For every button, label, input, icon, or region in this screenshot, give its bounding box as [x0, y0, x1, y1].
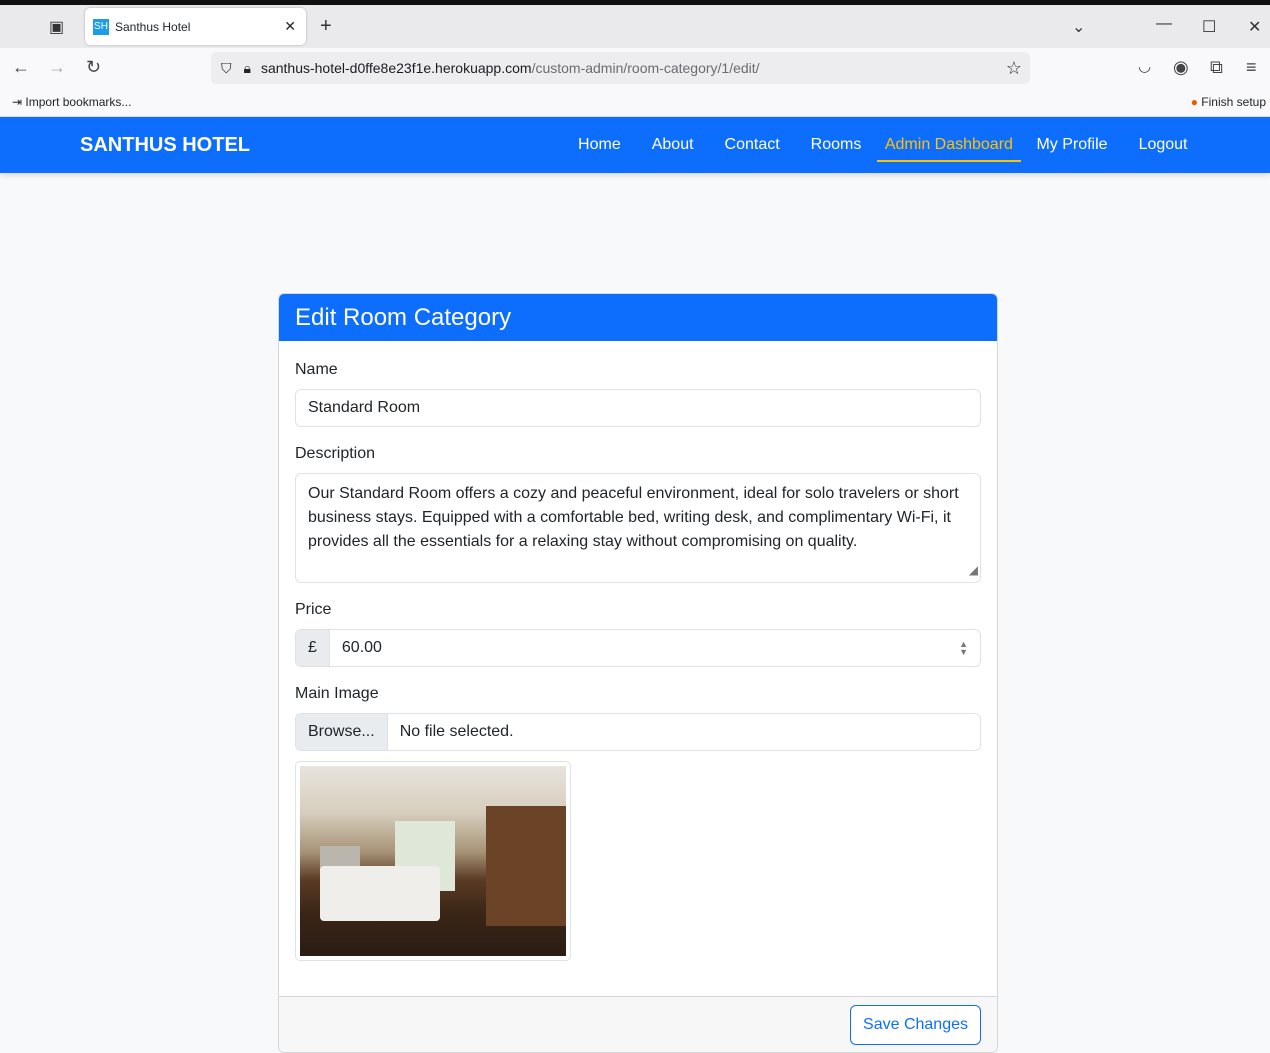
nav-contact[interactable]: Contact — [709, 128, 795, 162]
account-icon[interactable]: ◉ — [1173, 57, 1189, 78]
close-tab-icon[interactable]: ✕ — [284, 18, 296, 35]
close-window-icon[interactable]: ✕ — [1248, 17, 1261, 37]
firefox-icon: ● — [1190, 95, 1198, 109]
tab-overview-icon[interactable]: ▣ — [49, 17, 64, 37]
forward-icon[interactable]: → — [48, 57, 66, 78]
chevron-down-icon[interactable]: ⌄ — [1072, 17, 1085, 37]
card-footer: Save Changes — [279, 996, 997, 1052]
extensions-icon[interactable]: ⧉ — [1210, 57, 1223, 78]
reload-icon[interactable]: ↻ — [86, 57, 101, 78]
back-icon[interactable]: ← — [12, 57, 30, 78]
browser-tab[interactable]: SH Santhus Hotel ✕ — [85, 8, 306, 45]
pocket-icon[interactable]: ◡ — [1138, 57, 1151, 75]
description-text: Our Standard Room offers a cozy and peac… — [308, 485, 959, 550]
favicon: SH — [93, 18, 109, 35]
brand[interactable]: SANTHUS HOTEL — [80, 134, 250, 157]
nav-about[interactable]: About — [636, 128, 709, 162]
nav-my-profile[interactable]: My Profile — [1021, 128, 1123, 162]
new-tab-icon[interactable]: + — [320, 15, 332, 38]
room-photo — [300, 766, 566, 956]
card-title: Edit Room Category — [279, 294, 997, 341]
menu-icon[interactable]: ≡ — [1246, 57, 1257, 78]
name-label: Name — [295, 361, 338, 378]
import-bookmarks[interactable]: ⇥ Import bookmarks... — [12, 95, 131, 109]
browse-button[interactable]: Browse... — [296, 714, 388, 750]
resize-handle-icon[interactable]: ◢ — [969, 558, 978, 582]
save-changes-button[interactable]: Save Changes — [850, 1005, 981, 1045]
nav-home[interactable]: Home — [563, 128, 637, 162]
name-input[interactable]: Standard Room — [295, 389, 981, 427]
nav-logout[interactable]: Logout — [1123, 128, 1203, 162]
nav-rooms[interactable]: Rooms — [795, 128, 877, 162]
spinner-icon[interactable]: ▲ ▼ — [959, 640, 968, 657]
lock-icon: 🔒︎ — [243, 59, 251, 76]
price-label: Price — [295, 601, 332, 618]
image-thumbnail — [295, 761, 571, 961]
price-group: £ 60.00 ▲ ▼ — [295, 629, 981, 667]
minimize-icon[interactable]: — — [1156, 15, 1172, 33]
description-textarea[interactable]: Our Standard Room offers a cozy and peac… — [295, 473, 981, 583]
site-navbar: SANTHUS HOTEL Home About Contact Rooms A… — [0, 117, 1270, 173]
description-label: Description — [295, 445, 376, 462]
browser-toolbar: ← → ↻ ⛉ 🔒︎ santhus-hotel-d0ffe8e23f1e.he… — [0, 48, 1270, 88]
shield-icon: ⛉ — [221, 59, 232, 76]
finish-setup-label: Finish setup — [1201, 95, 1266, 109]
image-label: Main Image — [295, 685, 379, 702]
url-host: santhus-hotel-d0ffe8e23f1e.herokuapp.com — [260, 60, 532, 76]
bookmarks-bar: ⇥ Import bookmarks... ● Finish setup — [0, 88, 1270, 117]
address-bar[interactable]: ⛉ 🔒︎ santhus-hotel-d0ffe8e23f1e.herokuap… — [211, 52, 1030, 84]
nav-admin-dashboard[interactable]: Admin Dashboard — [876, 128, 1021, 162]
file-input[interactable]: Browse... No file selected. — [295, 713, 981, 751]
price-input[interactable]: 60.00 — [330, 639, 959, 657]
maximize-icon[interactable]: ☐ — [1202, 17, 1216, 37]
currency-prefix: £ — [296, 630, 330, 666]
file-status: No file selected. — [399, 723, 514, 740]
tab-title: Santhus Hotel — [115, 19, 191, 34]
tab-strip: ▣ SH Santhus Hotel ✕ + ⌄ — ☐ ✕ — [0, 5, 1270, 48]
url-path: /custom-admin/room-category/1/edit/ — [531, 60, 760, 76]
edit-card: Edit Room Category Name Standard Room De… — [278, 293, 998, 1053]
finish-setup[interactable]: ● Finish setup — [1191, 95, 1266, 109]
import-bookmarks-label: Import bookmarks... — [25, 95, 132, 109]
star-icon[interactable]: ☆ — [1006, 58, 1022, 79]
